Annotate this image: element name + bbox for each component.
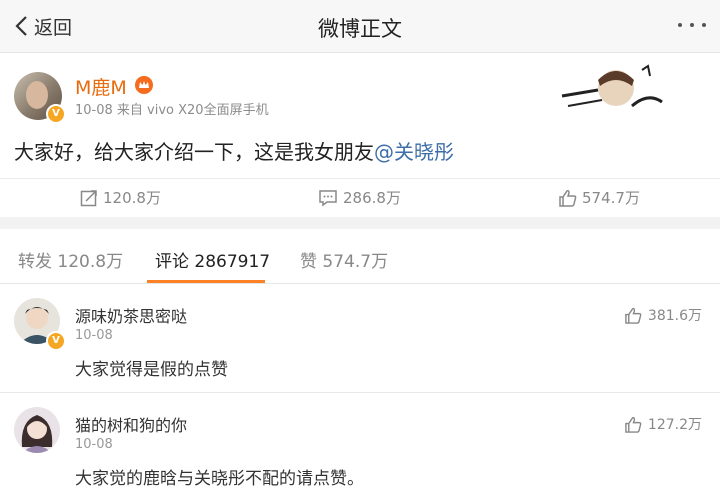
comment-item: V 源味奶茶思密哒 10-08 大家觉得是假的点赞 381.6万 bbox=[0, 284, 720, 392]
like-button[interactable]: 574.7万 bbox=[558, 187, 640, 208]
comment-text: 大家觉得是假的点赞 bbox=[75, 360, 228, 380]
commenter-name[interactable]: 猫的树和狗的你 bbox=[75, 412, 187, 436]
verified-badge-icon: V bbox=[46, 104, 66, 124]
nav-bar: 返回 微博正文 bbox=[0, 0, 720, 53]
thumbs-up-icon bbox=[625, 307, 642, 324]
comment-like-count: 127.2万 bbox=[647, 417, 702, 433]
comment-text: 大家觉的鹿晗与关晓彤不配的请点赞。 bbox=[75, 469, 364, 489]
comment-count: 286.8万 bbox=[343, 189, 401, 207]
author-name[interactable]: M鹿M bbox=[75, 73, 127, 100]
post-content: 大家好，给大家介绍一下，这是我女朋友@关晓彤 bbox=[14, 136, 454, 165]
comment-like-count: 381.6万 bbox=[647, 308, 702, 324]
repost-icon bbox=[80, 189, 97, 206]
tab-reposts[interactable]: 转发 120.8万 bbox=[18, 247, 123, 272]
page-title: 微博正文 bbox=[318, 17, 402, 41]
repost-button[interactable]: 120.8万 bbox=[80, 187, 161, 208]
tab-bar: 转发 120.8万 评论 2867917 赞 574.7万 bbox=[0, 229, 720, 284]
commenter-name[interactable]: 源味奶茶思密哒 bbox=[75, 303, 187, 327]
post-text: 大家好，给大家介绍一下，这是我女朋友 bbox=[14, 140, 374, 164]
comment-time: 10-08 bbox=[75, 328, 113, 343]
active-tab-indicator bbox=[147, 280, 265, 283]
like-count: 574.7万 bbox=[582, 189, 640, 207]
verified-badge-icon: V bbox=[46, 331, 66, 351]
comment-button[interactable]: 286.8万 bbox=[318, 187, 401, 208]
section-gap bbox=[0, 217, 720, 229]
comment-like-button[interactable]: 381.6万 bbox=[624, 305, 702, 325]
tab-comments[interactable]: 评论 2867917 bbox=[155, 247, 270, 272]
post-action-bar: 120.8万 286.8万 574.7万 bbox=[0, 179, 720, 217]
more-options-icon[interactable] bbox=[678, 14, 706, 36]
comment-like-button[interactable]: 127.2万 bbox=[624, 414, 702, 434]
tab-likes[interactable]: 赞 574.7万 bbox=[300, 247, 388, 272]
author-avatar[interactable]: V bbox=[14, 72, 66, 124]
decorative-sticker-image bbox=[558, 62, 666, 114]
post-meta: 10-08 来自 vivo X20全面屏手机 bbox=[75, 103, 269, 118]
thumbs-up-icon bbox=[559, 189, 577, 207]
comment-time: 10-08 bbox=[75, 437, 113, 452]
comment-icon bbox=[319, 189, 337, 206]
member-crown-icon bbox=[135, 76, 153, 94]
commenter-avatar[interactable] bbox=[14, 407, 60, 453]
comment-item: 猫的树和狗的你 10-08 大家觉的鹿晗与关晓彤不配的请点赞。 127.2万 bbox=[0, 393, 720, 502]
repost-count: 120.8万 bbox=[103, 189, 161, 207]
thumbs-up-icon bbox=[625, 416, 642, 433]
mention-link[interactable]: @关晓彤 bbox=[374, 140, 454, 164]
